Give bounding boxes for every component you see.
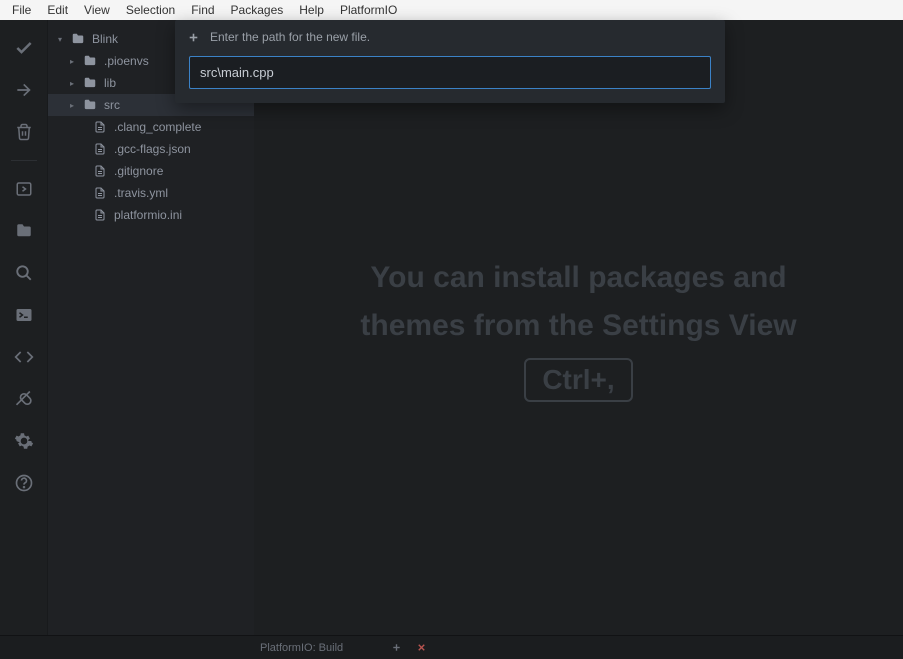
tree-file-gcc[interactable]: .gcc-flags.json xyxy=(48,138,254,160)
code-right-icon xyxy=(15,180,33,198)
tree-folder-label: lib xyxy=(104,76,116,90)
menu-find[interactable]: Find xyxy=(183,3,222,17)
menu-help[interactable]: Help xyxy=(291,3,332,17)
status-add-button[interactable] xyxy=(391,642,402,653)
tree-file-label: .gitignore xyxy=(114,164,163,178)
status-bar: PlatformIO: Build xyxy=(0,635,903,659)
code-icon xyxy=(14,347,34,367)
trash-icon xyxy=(15,123,33,141)
plus-icon xyxy=(187,31,200,44)
plug-icon xyxy=(14,389,34,409)
folder-open-icon xyxy=(70,32,86,46)
status-close-button[interactable] xyxy=(416,642,427,653)
close-icon xyxy=(416,642,427,653)
terminal-icon xyxy=(15,306,33,324)
chevron-right-icon: ▸ xyxy=(70,101,82,110)
menu-edit[interactable]: Edit xyxy=(39,3,76,17)
folder-icon xyxy=(15,222,33,240)
library-button[interactable] xyxy=(6,339,42,375)
find-button[interactable] xyxy=(6,255,42,291)
welcome-shortcut: Ctrl+, xyxy=(524,358,632,402)
folder-icon xyxy=(82,76,98,90)
folder-icon xyxy=(82,54,98,68)
chevron-down-icon: ▾ xyxy=(58,35,70,44)
menu-platformio[interactable]: PlatformIO xyxy=(332,3,405,17)
menu-file[interactable]: File xyxy=(4,3,39,17)
tree-root-label: Blink xyxy=(92,32,118,46)
tree-file-gitignore[interactable]: .gitignore xyxy=(48,160,254,182)
folder-icon xyxy=(82,98,98,112)
serial-button[interactable] xyxy=(6,381,42,417)
welcome-line: themes from the Settings View xyxy=(300,302,856,350)
tree-file-platformio-ini[interactable]: platformio.ini xyxy=(48,204,254,226)
tree-folder-label: .pioenvs xyxy=(104,54,149,68)
chevron-right-icon: ▸ xyxy=(70,79,82,88)
tree-file-travis[interactable]: .travis.yml xyxy=(48,182,254,204)
menu-packages[interactable]: Packages xyxy=(223,3,292,17)
welcome-line: You can install packages and xyxy=(300,254,856,302)
help-icon xyxy=(14,473,34,493)
upload-button[interactable] xyxy=(6,72,42,108)
tree-folder-label: src xyxy=(104,98,120,112)
chevron-right-icon: ▸ xyxy=(70,57,82,66)
open-project-button[interactable] xyxy=(6,213,42,249)
tree-file-label: .clang_complete xyxy=(114,120,201,134)
tree-file-label: platformio.ini xyxy=(114,208,182,222)
editor-area: You can install packages and themes from… xyxy=(254,20,903,635)
tree-file-clang[interactable]: .clang_complete xyxy=(48,116,254,138)
arrow-right-icon xyxy=(14,80,34,100)
status-label[interactable]: PlatformIO: Build xyxy=(260,642,343,654)
help-button[interactable] xyxy=(6,465,42,501)
welcome-message: You can install packages and themes from… xyxy=(300,254,856,402)
settings-button[interactable] xyxy=(6,423,42,459)
menu-selection[interactable]: Selection xyxy=(118,3,183,17)
file-icon xyxy=(92,209,108,221)
gear-icon xyxy=(14,431,34,451)
init-button[interactable] xyxy=(6,171,42,207)
left-toolbar xyxy=(0,20,48,635)
file-icon xyxy=(92,165,108,177)
toolbar-divider xyxy=(11,160,37,161)
tree-file-label: .gcc-flags.json xyxy=(114,142,191,156)
check-icon xyxy=(14,38,34,58)
file-icon xyxy=(92,143,108,155)
terminal-button[interactable] xyxy=(6,297,42,333)
new-file-prompt: Enter the path for the new file. xyxy=(175,20,725,103)
prompt-label: Enter the path for the new file. xyxy=(210,30,370,44)
menu-view[interactable]: View xyxy=(76,3,118,17)
tree-file-label: .travis.yml xyxy=(114,186,168,200)
file-icon xyxy=(92,121,108,133)
menu-bar: File Edit View Selection Find Packages H… xyxy=(0,0,903,20)
clean-button[interactable] xyxy=(6,114,42,150)
search-icon xyxy=(15,264,33,282)
plus-icon xyxy=(391,642,402,653)
file-icon xyxy=(92,187,108,199)
tree-view: ▾ Blink ▸ .pioenvs ▸ lib ▸ src .clang_co… xyxy=(48,20,254,635)
build-button[interactable] xyxy=(6,30,42,66)
new-file-input[interactable] xyxy=(189,56,711,89)
